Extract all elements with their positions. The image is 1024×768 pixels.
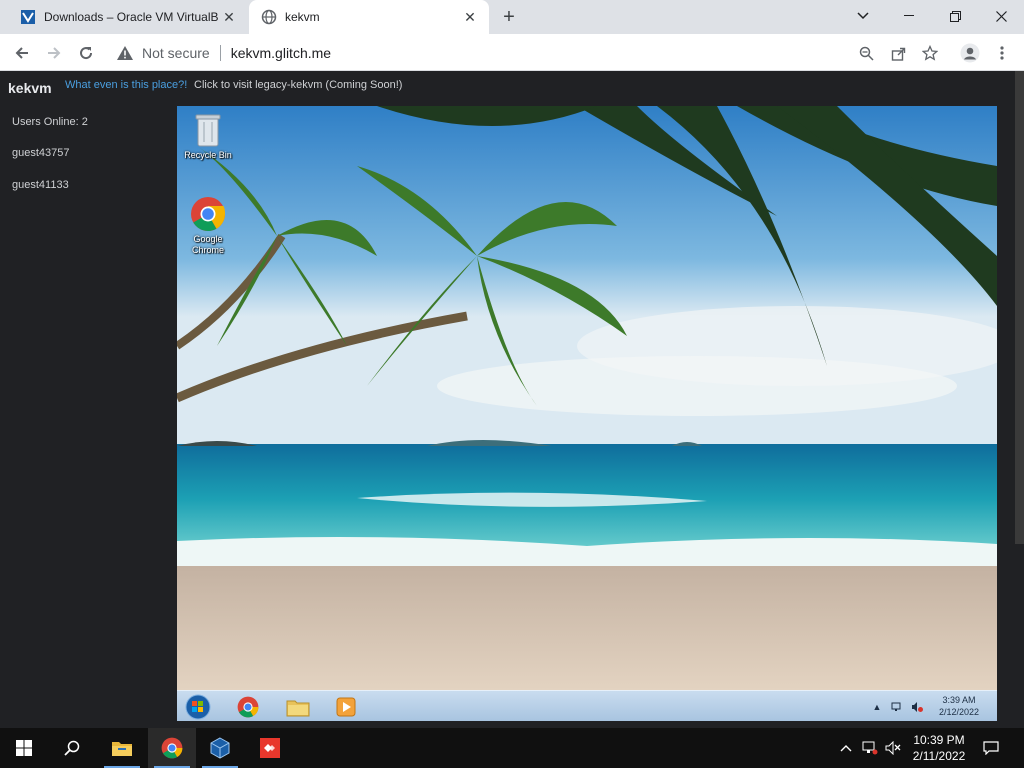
vm-taskbar-chrome[interactable]: [234, 693, 262, 720]
host-clock[interactable]: 10:39 PM 2/11/2022: [906, 732, 972, 764]
zoom-out-icon: [859, 46, 874, 61]
arrow-right-icon: [48, 47, 61, 59]
desktop-icon-recycle-bin[interactable]: Recycle Bin: [178, 112, 238, 161]
chrome-icon: [161, 737, 183, 759]
new-tab-button[interactable]: +: [498, 7, 520, 29]
search-icon: [64, 740, 80, 756]
vm-taskbar-media-player[interactable]: [332, 693, 360, 720]
close-icon: [995, 10, 1007, 22]
globe-icon: [261, 9, 277, 25]
host-clock-date: 2/11/2022: [912, 749, 966, 763]
vm-tray-arrow[interactable]: ▲: [870, 700, 884, 714]
vm-clock[interactable]: 3:39 AM 2/12/2022: [939, 694, 979, 718]
restore-button[interactable]: [932, 0, 978, 32]
what-is-this-link[interactable]: What even is this place?!: [65, 79, 187, 91]
avatar-icon: [960, 43, 980, 63]
address-bar[interactable]: Not secure kekvm.glitch.me: [106, 38, 888, 67]
reload-icon: [80, 47, 93, 60]
desktop-icon-label: Google Chrome: [191, 234, 224, 255]
desktop-wallpaper: [177, 106, 997, 690]
file-explorer-icon: [286, 700, 310, 716]
close-icon[interactable]: ✕: [461, 8, 479, 26]
show-hidden-icons-button[interactable]: [838, 740, 854, 756]
host-taskbar-anydesk[interactable]: [246, 728, 294, 768]
close-window-button[interactable]: [978, 0, 1024, 32]
security-label: Not secure: [142, 44, 210, 61]
notification-icon: [983, 741, 999, 755]
minimize-button[interactable]: [886, 0, 932, 32]
host-taskbar-chrome[interactable]: [148, 728, 196, 768]
tab-search-button[interactable]: [840, 0, 886, 32]
vm-taskbar: ▲ 3:39 AM 2/12/2022: [177, 690, 997, 721]
vm-start-button[interactable]: [184, 693, 212, 720]
chevron-up-icon: [840, 745, 852, 752]
windows-start-icon: [16, 740, 32, 756]
host-taskbar-virtualbox[interactable]: [196, 728, 244, 768]
site-brand[interactable]: kekvm: [8, 80, 52, 96]
desktop-icon-google-chrome[interactable]: Google Chrome: [178, 196, 238, 256]
start-orb-icon: [185, 694, 211, 719]
close-icon[interactable]: ✕: [220, 8, 238, 26]
restore-icon: [949, 10, 961, 22]
divider: [219, 44, 221, 61]
chevron-down-icon: [857, 12, 869, 20]
vm-clock-date: 2/12/2022: [938, 707, 979, 717]
windows-start-button[interactable]: [0, 728, 48, 768]
tab-title: Downloads – Oracle VM VirtualB: [44, 10, 219, 24]
host-clock-time: 10:39 PM: [913, 733, 965, 747]
tab-strip: Downloads – Oracle VM VirtualB ✕ kekvm ✕…: [0, 0, 1024, 34]
user-list-item: guest41133: [12, 179, 69, 191]
file-explorer-icon: [112, 742, 132, 756]
arrow-left-icon: [15, 47, 28, 59]
volume-muted-icon[interactable]: [885, 740, 901, 756]
profile-button[interactable]: [957, 40, 983, 66]
page-content: kekvm What even is this place?! Click to…: [0, 71, 1024, 735]
forward-button[interactable]: [41, 40, 67, 66]
browser-toolbar: Not secure kekvm.glitch.me: [0, 34, 1024, 71]
vm-taskbar-explorer[interactable]: [284, 693, 312, 720]
media-player-icon: [336, 697, 356, 716]
warning-icon[interactable]: [116, 44, 134, 62]
network-icon[interactable]: [862, 740, 878, 756]
vm-screen[interactable]: Recycle Bin Google Chrome ▲ 3:39 AM 2/12…: [177, 106, 997, 721]
legacy-link[interactable]: Click to visit legacy-kekvm (Coming Soon…: [194, 79, 402, 91]
menu-button[interactable]: [989, 40, 1015, 66]
back-button[interactable]: [9, 40, 35, 66]
desktop-icon-label: Recycle Bin: [184, 150, 232, 160]
chrome-icon: [237, 696, 259, 717]
virtualbox-icon: [210, 737, 230, 759]
recycle-bin-icon: [195, 114, 221, 147]
tab-downloads[interactable]: Downloads – Oracle VM VirtualB ✕: [8, 0, 248, 34]
host-search-button[interactable]: [48, 728, 96, 768]
reload-button[interactable]: [73, 40, 99, 66]
minimize-icon: [904, 15, 914, 16]
kebab-menu-icon: [1000, 46, 1004, 60]
vm-clock-time: 3:39 AM: [942, 695, 976, 705]
share-button[interactable]: [885, 40, 911, 66]
chrome-icon: [191, 197, 226, 231]
zoom-button[interactable]: [853, 40, 879, 66]
virtualbox-icon: [20, 9, 36, 25]
url-text[interactable]: kekvm.glitch.me: [231, 45, 331, 61]
notification-center-button[interactable]: [983, 740, 999, 756]
host-taskbar: 10:39 PM 2/11/2022: [0, 728, 1024, 768]
vm-network-icon[interactable]: [890, 700, 904, 714]
users-online-count: Users Online: 2: [12, 116, 88, 128]
tab-kekvm[interactable]: kekvm ✕: [249, 0, 489, 34]
bookmark-button[interactable]: [917, 40, 943, 66]
share-icon: [891, 47, 905, 61]
anydesk-icon: [260, 738, 280, 758]
star-icon: [922, 45, 938, 61]
tab-title: kekvm: [285, 10, 320, 24]
user-list-item: guest43757: [12, 147, 70, 159]
host-taskbar-explorer[interactable]: [98, 728, 146, 768]
vm-volume-muted-icon[interactable]: [910, 700, 924, 714]
scrollbar[interactable]: [1015, 71, 1024, 544]
